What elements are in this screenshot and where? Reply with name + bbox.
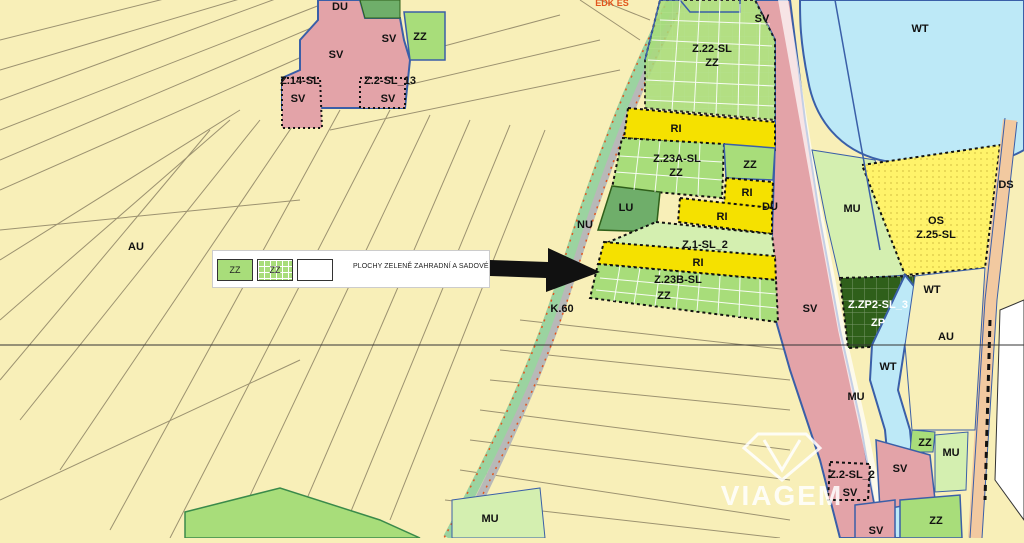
label-sv-mid: SV: [803, 303, 818, 315]
label-zz-right: ZZ: [743, 159, 757, 171]
label-ds: DS: [998, 179, 1013, 191]
label-z25: Z.25-SL: [916, 229, 956, 241]
watermark-text: VIAGEM: [720, 480, 844, 511]
label-sv-c: SV: [291, 93, 306, 105]
label-au-left: AU: [128, 241, 144, 253]
label-z2-13: Z.2-SL_13: [364, 75, 416, 87]
label-sv-low1: SV: [893, 463, 908, 475]
forest-patch-top: [359, 0, 401, 19]
label-z14: Z.14-SL: [280, 75, 320, 87]
legend: ZZ ZZ PLOCHY ZELENĚ ZAHRADNÍ A SADOVÉ: [212, 250, 490, 288]
label-k60: K.60: [550, 303, 573, 315]
label-z23b: Z.23B-SL: [654, 274, 702, 286]
label-z1-2: Z.1-SL_2: [682, 239, 728, 251]
label-sv-b: SV: [382, 33, 397, 45]
label-zz-bottom: ZZ: [929, 515, 943, 527]
label-du-mid: DU: [762, 201, 778, 213]
map-canvas[interactable]: DU SV SV ZZ Z.14-SL SV Z.2-SL_13 SV SV W…: [0, 0, 1024, 541]
legend-label: PLOCHY ZELENĚ ZAHRADNÍ A SADOVÉ: [353, 263, 489, 270]
label-edge-top: EDK ES: [595, 0, 629, 8]
label-zz-z22: ZZ: [705, 57, 719, 69]
label-sv-top-right: SV: [755, 13, 770, 25]
label-wt-top: WT: [911, 23, 928, 35]
label-au-right: AU: [938, 331, 954, 343]
label-z23a: Z.23A-SL: [653, 153, 701, 165]
label-sv-a: SV: [329, 49, 344, 61]
label-ri-2: RI: [742, 187, 753, 199]
label-zzp2: Z.ZP2-SL_3: [848, 299, 908, 311]
label-zp: ZP: [871, 317, 885, 329]
land-use-map: DU SV SV ZZ Z.14-SL SV Z.2-SL_13 SV SV W…: [0, 0, 1024, 541]
label-wt-mid: WT: [923, 284, 940, 296]
label-zz-a: ZZ: [413, 31, 427, 43]
label-mu-low2: MU: [942, 447, 959, 459]
label-os: OS: [928, 215, 944, 227]
label-zz-low1: ZZ: [918, 437, 932, 449]
label-wt-low: WT: [879, 361, 896, 373]
label-sv-bottom: SV: [869, 525, 884, 537]
label-mu-bottom: MU: [481, 513, 498, 525]
label-zz-z23b: ZZ: [657, 290, 671, 302]
watermark: VIAGEM: [712, 430, 852, 511]
agricultural-area-right: [904, 267, 986, 431]
label-mu-low: MU: [847, 391, 864, 403]
legend-swatch-empty: [297, 259, 333, 281]
label-zz-z23a: ZZ: [669, 167, 683, 179]
label-nu: NU: [577, 219, 593, 231]
diamond-logo-icon: [741, 432, 823, 482]
label-ri-3: RI: [717, 211, 728, 223]
label-mu-right: MU: [843, 203, 860, 215]
label-z22: Z.22-SL: [692, 43, 732, 55]
legend-swatch-garden-grid: ZZ: [257, 259, 293, 281]
label-sv-d: SV: [381, 93, 396, 105]
mixed-use-lower: [934, 431, 969, 493]
legend-swatch-garden: ZZ: [217, 259, 253, 281]
label-lu: LU: [619, 202, 634, 214]
label-ri-1: RI: [671, 123, 682, 135]
label-du-top: DU: [332, 1, 348, 13]
label-ri-4: RI: [693, 257, 704, 269]
